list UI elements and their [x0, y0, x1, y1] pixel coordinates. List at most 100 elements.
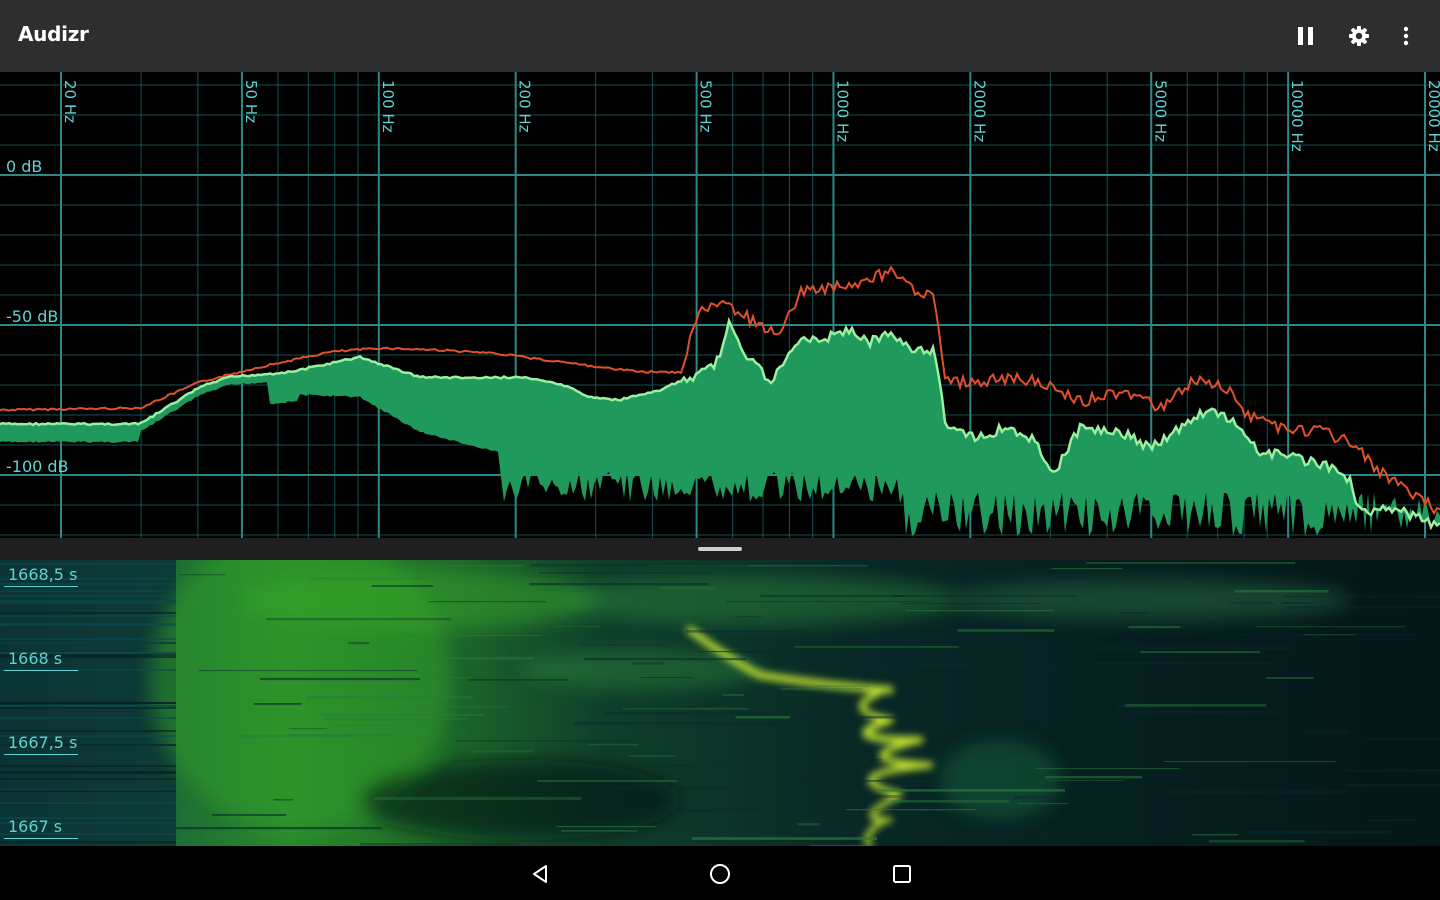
- spectrogram-panel[interactable]: 1668,5 s 1668 s 1667,5 s 1667 s: [0, 560, 1440, 846]
- spectrogram-streak: [734, 616, 763, 618]
- spectrogram-streak: [0, 595, 176, 597]
- spectrogram-streak: [846, 809, 976, 811]
- spectrogram-streak: [797, 716, 924, 719]
- spectrogram-streak: [735, 716, 790, 719]
- drag-handle[interactable]: [698, 547, 742, 551]
- gear-icon: [1349, 26, 1369, 46]
- spectrogram-streak: [957, 629, 1055, 632]
- spectrogram-streak: [623, 808, 777, 811]
- time-label-2: 1668 s: [8, 649, 63, 668]
- spectrogram-streak: [1035, 768, 1180, 770]
- time-tick-1: [4, 586, 78, 587]
- spectrogram-streak: [428, 601, 547, 603]
- spectrogram-streak: [0, 707, 176, 709]
- spectrogram-streak: [0, 615, 176, 617]
- spectrogram-streak: [319, 714, 485, 716]
- spectrogram-streak: [479, 783, 525, 786]
- spectrogram-streak: [323, 718, 466, 721]
- spectrogram-streak: [812, 667, 953, 669]
- spectrogram-streak: [0, 702, 176, 704]
- spectrogram-streak: [0, 642, 176, 644]
- spectrogram-streak: [0, 600, 176, 602]
- spectrogram-streak: [772, 780, 928, 782]
- spectrogram-streak: [333, 725, 429, 727]
- spectrum-graph: 20 Hz 50 Hz 100 Hz 200 Hz 500 Hz 1000 Hz 2000 …: [0, 72, 1440, 538]
- spectrogram-streak: [0, 590, 176, 592]
- spectrogram-streak: [780, 688, 863, 690]
- spectrogram-streak: [622, 708, 749, 710]
- spectrogram-streak: [640, 677, 694, 679]
- spectrogram-streak: [1304, 731, 1350, 734]
- time-tick-3: [4, 754, 78, 755]
- nav-recents-button[interactable]: [882, 854, 922, 894]
- spectrogram-streak: [586, 744, 639, 746]
- freq-label: 20000 Hz: [1425, 80, 1440, 152]
- pause-button[interactable]: [1286, 16, 1326, 56]
- recents-icon: [893, 865, 911, 883]
- nav-home-button[interactable]: [700, 854, 740, 894]
- spectrogram-streak: [0, 717, 176, 719]
- spectrogram-streak: [580, 644, 664, 646]
- spectrogram-streak: [1366, 820, 1419, 822]
- spectrogram-streak: [1343, 770, 1440, 772]
- time-label-4: 1667 s: [8, 817, 63, 836]
- home-icon: [710, 864, 730, 884]
- pause-icon: [1298, 27, 1313, 45]
- spectrogram-streak: [259, 678, 420, 681]
- freq-label: 1000 Hz: [833, 80, 851, 142]
- spectrogram-streak: [561, 830, 637, 832]
- spectrogram-streak: [554, 626, 601, 628]
- spectrogram-streak: [1255, 626, 1406, 628]
- spectrogram-streak: [1266, 677, 1314, 679]
- spectrogram-streak: [877, 789, 1066, 792]
- spectrogram-streak: [1125, 704, 1267, 707]
- time-tick-2: [4, 670, 78, 671]
- spectrogram-streak: [385, 706, 508, 708]
- spectrogram-streak: [574, 722, 793, 725]
- spectrogram-streak: [374, 797, 582, 800]
- back-icon: [533, 865, 547, 883]
- spectrogram-streak: [1346, 784, 1440, 787]
- spectrogram-streak: [0, 778, 176, 780]
- db-label: -50 dB: [6, 307, 58, 326]
- spectrogram-streak: [0, 730, 176, 732]
- spectrogram-streak: [198, 670, 418, 672]
- spectrogram-streak: [537, 780, 678, 782]
- spectrogram-streak: [1017, 803, 1068, 805]
- spectrogram-streak: [371, 585, 434, 588]
- spectrogram-streak: [1163, 761, 1337, 763]
- spectrogram-streak: [977, 668, 1165, 670]
- spectrogram-streak: [909, 624, 938, 627]
- spectrogram-streak: [347, 642, 370, 645]
- spectrogram-streak: [1092, 662, 1271, 664]
- spectrogram-streak: [1129, 711, 1282, 714]
- spectrogram-streak: [794, 646, 959, 648]
- spectrogram-streak: [0, 765, 176, 767]
- spectrogram-streak: [692, 837, 877, 840]
- app-bar: Audizr: [0, 0, 1440, 72]
- time-label-3: 1667,5 s: [8, 733, 78, 752]
- spectrogram-streak: [0, 790, 176, 792]
- spectrogram-streak: [1241, 634, 1422, 636]
- spectrogram-streak: [1044, 776, 1142, 779]
- panel-divider[interactable]: [0, 538, 1440, 560]
- spectrum-panel[interactable]: 20 Hz 50 Hz 100 Hz 200 Hz 500 Hz 1000 Hz 2000 …: [0, 72, 1440, 538]
- spectrogram-streak: [1051, 568, 1123, 570]
- spectrogram-streak: [1049, 780, 1124, 782]
- freq-label: 200 Hz: [516, 80, 534, 133]
- time-label-1: 1668,5 s: [8, 565, 78, 584]
- spectrogram-streak: [529, 583, 709, 586]
- spectrogram-streak: [628, 755, 676, 757]
- spectrogram-streak: [0, 638, 176, 640]
- spectrogram-image: [0, 560, 1440, 846]
- spectrogram-streak: [253, 703, 302, 705]
- spectrogram-streak: [254, 677, 473, 679]
- db-label: 0 dB: [6, 157, 42, 176]
- overflow-menu-button[interactable]: [1386, 16, 1426, 56]
- freq-label: 20 Hz: [61, 80, 79, 123]
- nav-back-button[interactable]: [520, 854, 560, 894]
- settings-button[interactable]: [1339, 16, 1379, 56]
- spectrogram-streak: [1013, 796, 1053, 799]
- spectrogram-streak: [604, 712, 784, 715]
- spectrogram-streak: [471, 750, 534, 753]
